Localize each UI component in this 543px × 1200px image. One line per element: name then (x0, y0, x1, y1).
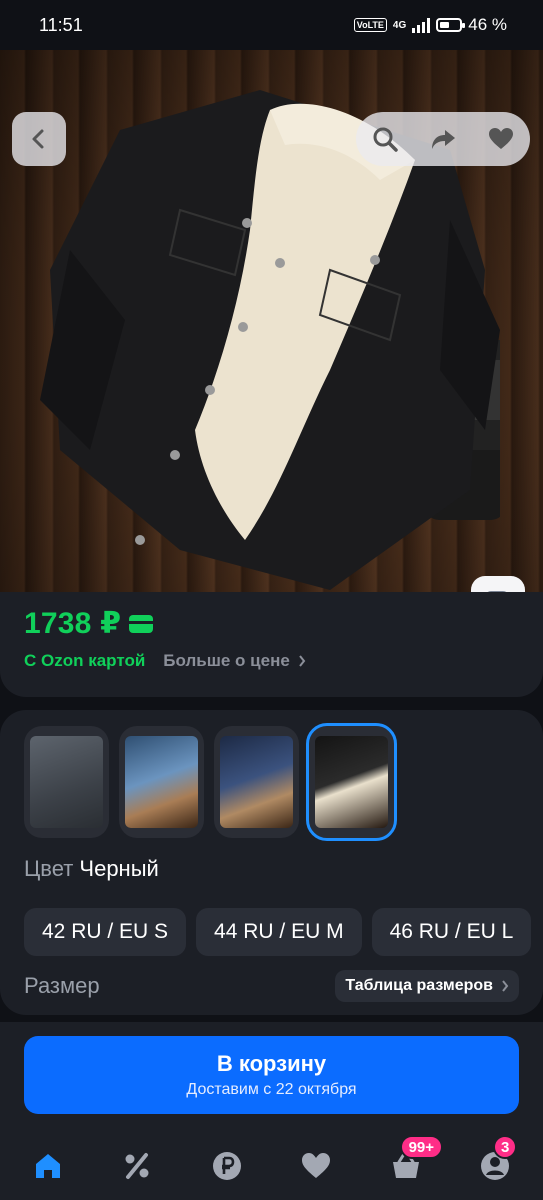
bottom-nav: 99+ 3 (0, 1132, 543, 1200)
color-label: Цвет (24, 856, 74, 881)
color-thumb-black[interactable] (306, 723, 397, 841)
volte-icon: VoLTE (353, 18, 387, 32)
price-card: 1738 ₽ С Ozon картой Больше о цене (0, 592, 543, 697)
color-thumbnails (24, 723, 519, 841)
nav-favorites[interactable] (300, 1150, 332, 1182)
product-image[interactable] (0, 50, 543, 592)
size-chip[interactable]: 46 RU / EU L (371, 908, 532, 956)
ozon-card-label: С Ozon картой (24, 651, 146, 670)
size-chip[interactable]: 42 RU / EU S (24, 908, 187, 956)
size-table-label: Таблица размеров (345, 977, 493, 994)
status-time: 11:51 (39, 14, 83, 35)
back-button[interactable] (12, 112, 66, 166)
percent-icon (125, 1153, 149, 1179)
share-button[interactable] (414, 112, 472, 166)
thumb-image (30, 736, 103, 828)
cart-bar: В корзину Доставим с 22 октября (0, 1022, 543, 1132)
ozon-card-icon (129, 614, 154, 633)
size-table-button[interactable]: Таблица размеров (335, 970, 519, 1002)
profile-badge: 3 (492, 1135, 518, 1159)
nav-cart[interactable]: 99+ (390, 1135, 444, 1182)
color-value: Черный (79, 856, 159, 881)
color-thumb-dark-blue[interactable] (214, 726, 299, 838)
search-icon (373, 127, 398, 152)
thumb-image (125, 736, 198, 828)
back-icon (32, 129, 44, 149)
nav-home[interactable] (32, 1150, 64, 1182)
chevron-right-icon (502, 980, 509, 992)
battery-icon (436, 18, 466, 32)
more-price-link[interactable]: Больше о цене (163, 651, 306, 671)
favorite-button[interactable] (472, 112, 530, 166)
cart-button-title: В корзину (216, 1051, 327, 1076)
color-thumb-light-blue[interactable] (119, 726, 204, 838)
network-type: 4G (392, 19, 407, 31)
status-indicators: VoLTE 4G 46 % (353, 15, 507, 35)
heart-icon (302, 1153, 331, 1178)
price-row: 1738 ₽ (24, 606, 519, 641)
cart-button-subtitle: Доставим с 22 октября (186, 1081, 357, 1098)
more-price-label: Больше о цене (163, 651, 290, 670)
status-bar: 11:51 VoLTE 4G 46 % (0, 0, 543, 50)
ruble-icon (212, 1152, 241, 1180)
variants-card: Цвет Черный 42 RU / EU S 44 RU / EU M 46… (0, 710, 543, 1015)
size-chip[interactable]: 44 RU / EU M (196, 908, 362, 956)
search-button[interactable] (356, 112, 414, 166)
add-to-cart-button[interactable]: В корзину Доставим с 22 октября (24, 1036, 519, 1114)
size-label: Размер (24, 973, 100, 998)
battery-fill (440, 22, 449, 28)
color-line: Цвет Черный (24, 856, 519, 882)
heart-icon (489, 128, 513, 149)
image-search-button[interactable] (471, 576, 525, 592)
price-subline: С Ozon картой Больше о цене (24, 651, 519, 671)
signal-icon (412, 17, 431, 33)
share-icon (432, 130, 455, 149)
home-icon (36, 1154, 60, 1178)
nav-profile[interactable]: 3 (479, 1135, 518, 1182)
nav-finance[interactable] (211, 1150, 243, 1182)
nav-discounts[interactable] (121, 1150, 153, 1182)
product-screen: 11:51 VoLTE 4G 46 % 1738 ₽ С Ozon картой… (0, 0, 543, 1200)
thumb-image (220, 736, 293, 828)
color-thumb-grey[interactable] (24, 726, 109, 838)
thumb-image (315, 736, 388, 828)
size-options: 42 RU / EU S 44 RU / EU M 46 RU / EU L (24, 908, 532, 956)
price: 1738 ₽ (24, 607, 122, 640)
cart-badge: 99+ (399, 1135, 444, 1159)
chevron-right-icon (299, 655, 306, 667)
battery-percent: 46 % (468, 15, 507, 34)
size-row: Размер Таблица размеров (24, 970, 519, 1002)
